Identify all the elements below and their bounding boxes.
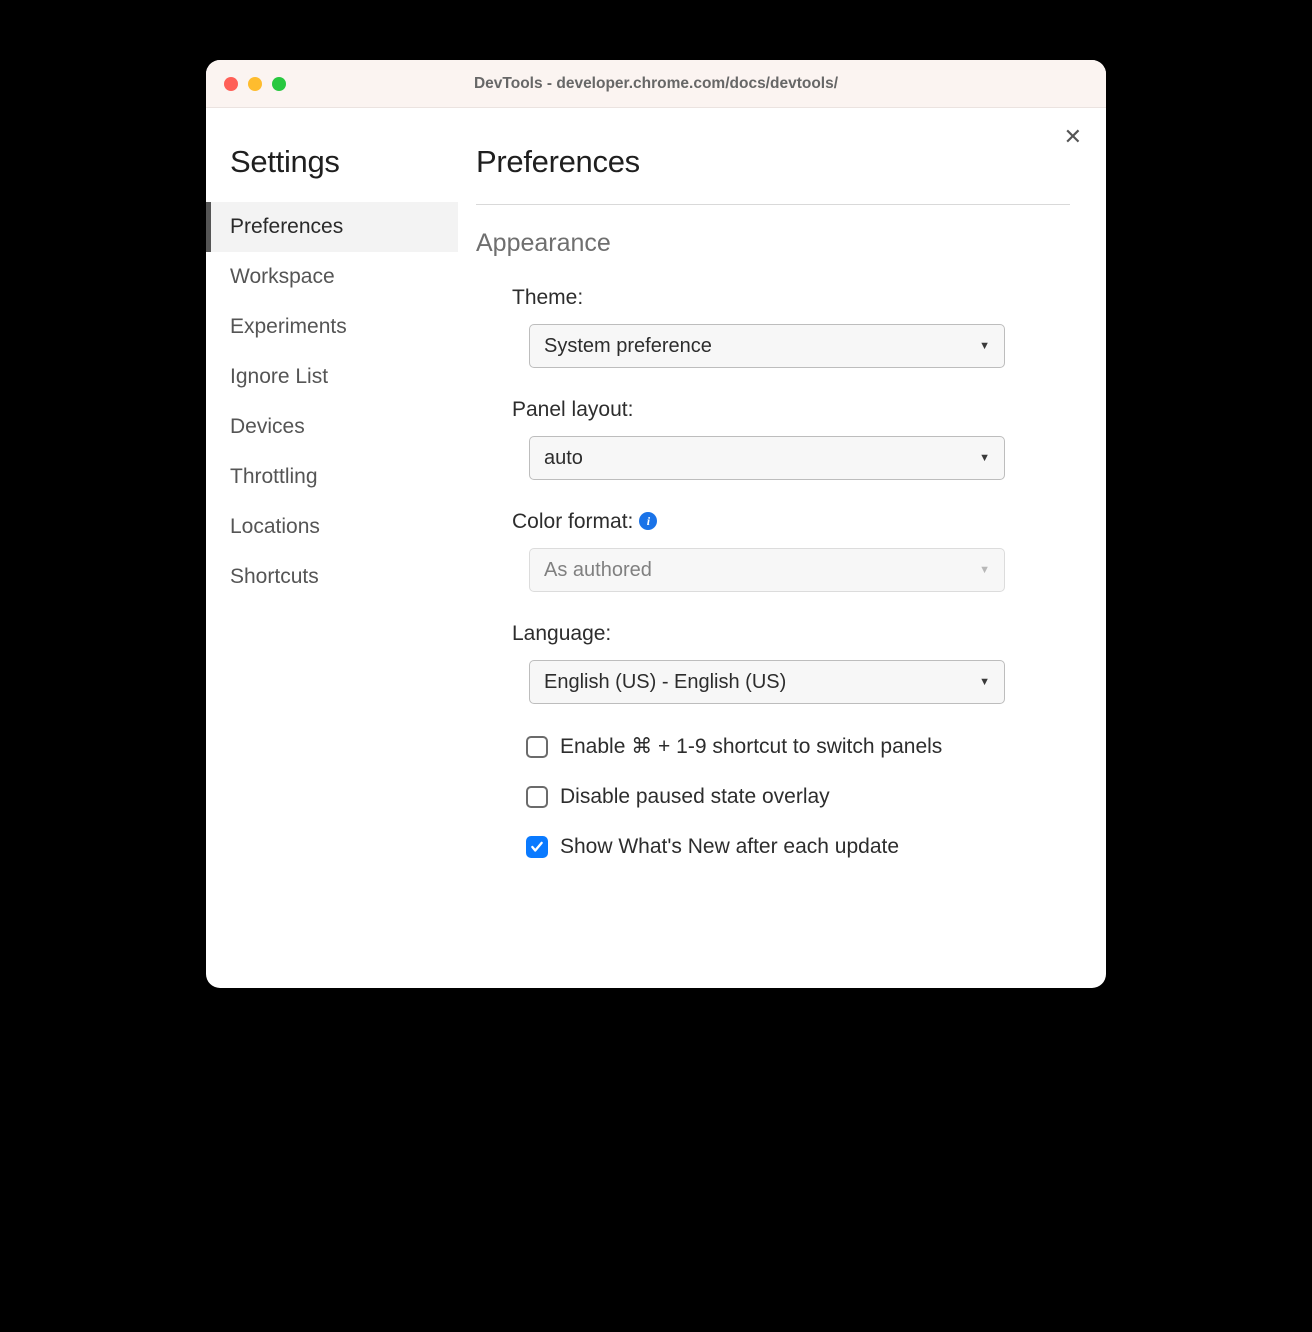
sidebar-item-label: Experiments [230, 315, 347, 338]
window-minimize-button[interactable] [248, 77, 262, 91]
language-select-value: English (US) - English (US) [544, 671, 786, 694]
checkbox-label: Enable ⌘ + 1-9 shortcut to switch panels [560, 734, 942, 759]
sidebar-item-label: Ignore List [230, 365, 328, 388]
devtools-window: DevTools - developer.chrome.com/docs/dev… [206, 60, 1106, 988]
chevron-down-icon: ▼ [979, 340, 990, 352]
theme-select-value: System preference [544, 335, 712, 358]
traffic-lights [224, 77, 286, 91]
theme-select[interactable]: System preference ▼ [529, 324, 1005, 368]
checkbox-show-whats-new[interactable]: Show What's New after each update [476, 835, 1070, 859]
window-titlebar: DevTools - developer.chrome.com/docs/dev… [206, 60, 1106, 108]
window-maximize-button[interactable] [272, 77, 286, 91]
chevron-down-icon: ▼ [979, 564, 990, 576]
sidebar-item-throttling[interactable]: Throttling [206, 452, 458, 502]
sidebar-item-preferences[interactable]: Preferences [206, 202, 458, 252]
sidebar-item-shortcuts[interactable]: Shortcuts [206, 552, 458, 602]
field-theme: Theme: System preference ▼ [476, 286, 1070, 368]
sidebar-item-locations[interactable]: Locations [206, 502, 458, 552]
chevron-down-icon: ▼ [979, 452, 990, 464]
sidebar-item-label: Devices [230, 415, 305, 438]
checkbox-icon[interactable] [526, 736, 548, 758]
sidebar-item-experiments[interactable]: Experiments [206, 302, 458, 352]
color-format-select-value: As authored [544, 559, 652, 582]
sidebar-item-label: Shortcuts [230, 565, 319, 588]
info-icon[interactable]: i [639, 512, 657, 530]
panel-layout-select-value: auto [544, 447, 583, 470]
window-body: ✕ Settings Preferences Workspace Experim… [206, 108, 1106, 988]
theme-label: Theme: [512, 286, 1070, 310]
checkbox-disable-paused-overlay[interactable]: Disable paused state overlay [476, 785, 1070, 809]
color-format-label: Color format: i [512, 510, 1070, 534]
panel-layout-label: Panel layout: [512, 398, 1070, 422]
sidebar-item-label: Workspace [230, 265, 335, 288]
field-color-format: Color format: i As authored ▼ [476, 510, 1070, 592]
checkbox-label: Show What's New after each update [560, 835, 899, 859]
checkbox-label: Disable paused state overlay [560, 785, 830, 809]
language-label: Language: [512, 622, 1070, 646]
settings-sidebar: Settings Preferences Workspace Experimen… [206, 108, 458, 988]
sidebar-item-devices[interactable]: Devices [206, 402, 458, 452]
page-title: Preferences [476, 144, 1070, 180]
sidebar-item-label: Preferences [230, 215, 343, 238]
window-title: DevTools - developer.chrome.com/docs/dev… [206, 75, 1106, 93]
chevron-down-icon: ▼ [979, 676, 990, 688]
checkbox-icon[interactable] [526, 786, 548, 808]
panel-layout-select[interactable]: auto ▼ [529, 436, 1005, 480]
content-pane: Preferences Appearance Theme: System pre… [458, 108, 1106, 988]
section-appearance-label: Appearance [476, 229, 1070, 258]
sidebar-item-label: Locations [230, 515, 320, 538]
language-select[interactable]: English (US) - English (US) ▼ [529, 660, 1005, 704]
field-language: Language: English (US) - English (US) ▼ [476, 622, 1070, 704]
close-icon[interactable]: ✕ [1064, 126, 1082, 148]
sidebar-item-ignore-list[interactable]: Ignore List [206, 352, 458, 402]
sidebar-item-workspace[interactable]: Workspace [206, 252, 458, 302]
settings-title: Settings [206, 144, 458, 180]
color-format-select: As authored ▼ [529, 548, 1005, 592]
checkbox-enable-shortcut[interactable]: Enable ⌘ + 1-9 shortcut to switch panels [476, 734, 1070, 759]
window-close-button[interactable] [224, 77, 238, 91]
check-icon [530, 840, 544, 854]
color-format-label-text: Color format: [512, 510, 633, 534]
checkbox-icon[interactable] [526, 836, 548, 858]
field-panel-layout: Panel layout: auto ▼ [476, 398, 1070, 480]
sidebar-item-label: Throttling [230, 465, 318, 488]
divider [476, 204, 1070, 205]
